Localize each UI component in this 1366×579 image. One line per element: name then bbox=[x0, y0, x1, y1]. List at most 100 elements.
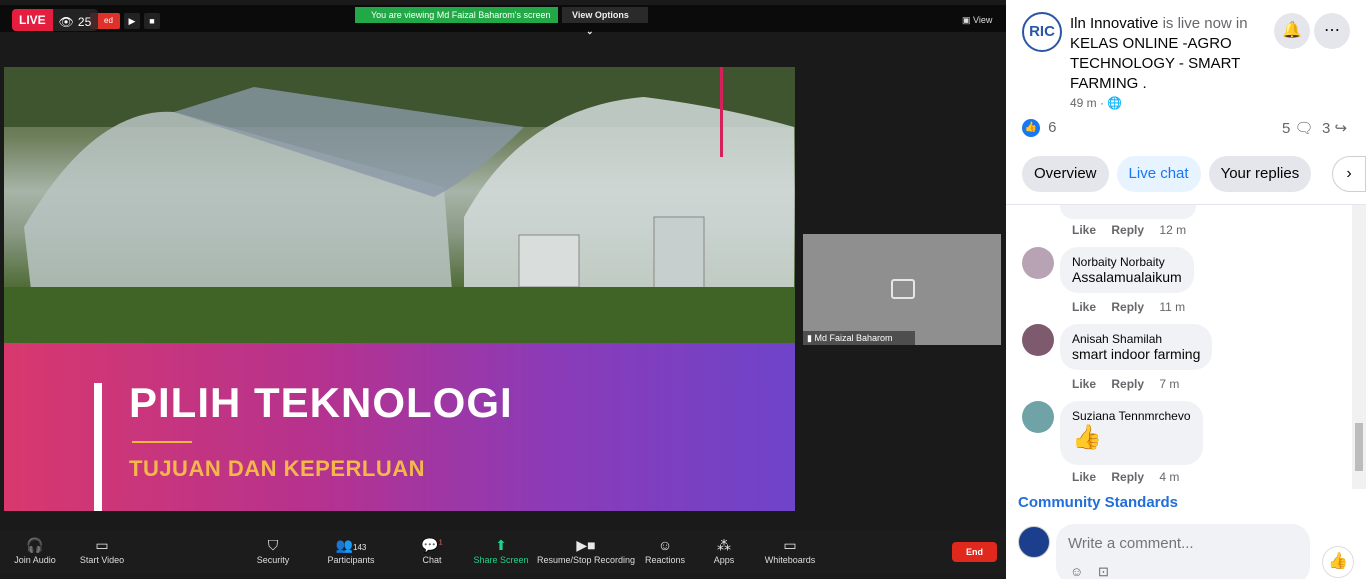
tab-overview[interactable]: Overview bbox=[1022, 156, 1109, 192]
page-avatar[interactable]: RIC bbox=[1022, 12, 1062, 52]
participant-name: ▮ Md Faizal Baharom bbox=[803, 331, 915, 345]
reply-link[interactable]: Reply bbox=[1111, 223, 1144, 237]
comment-time[interactable]: 4 m bbox=[1159, 470, 1179, 484]
globe-icon: 🌐 bbox=[1107, 96, 1123, 110]
reaction-count[interactable]: 6 bbox=[1048, 119, 1056, 136]
participants-button[interactable]: 👥143 Participants bbox=[316, 537, 386, 565]
avatar[interactable] bbox=[1022, 401, 1054, 433]
post-meta: 49 m · 🌐 bbox=[1070, 96, 1122, 110]
participants-count: 143 bbox=[353, 543, 367, 552]
scrollbar-thumb[interactable] bbox=[1355, 423, 1363, 471]
comment-time[interactable]: 11 m bbox=[1159, 300, 1185, 314]
comment-input[interactable] bbox=[1068, 532, 1298, 554]
tab-your-replies[interactable]: Your replies bbox=[1208, 156, 1312, 192]
thumbs-up-outline-icon: 👍 bbox=[1328, 553, 1348, 570]
reply-link[interactable]: Reply bbox=[1111, 300, 1144, 314]
eye-icon: 👁 bbox=[58, 15, 74, 29]
chevron-down-icon: ⌄ bbox=[586, 26, 594, 36]
reply-link[interactable]: Reply bbox=[1111, 377, 1144, 391]
slide-divider bbox=[132, 441, 192, 443]
shared-slide: PILIH TEKNOLOGI TUJUAN DAN KEPERLUAN bbox=[4, 67, 795, 511]
join-audio-label: Join Audio bbox=[14, 555, 56, 565]
comment-scrollbar[interactable] bbox=[1352, 205, 1366, 489]
comment-author[interactable]: Suziana Tennmrchevo bbox=[1072, 409, 1191, 423]
emoji-icon[interactable]: ☺ bbox=[1070, 564, 1083, 579]
whiteboard-icon: ▭ bbox=[783, 537, 797, 553]
view-label: View bbox=[973, 15, 993, 25]
comment-actions: Like Reply 12 m bbox=[1072, 223, 1198, 237]
comment-author[interactable]: Norbaity Norbaity bbox=[1072, 255, 1182, 269]
apps-label: Apps bbox=[713, 555, 735, 565]
avatar[interactable] bbox=[1018, 526, 1050, 558]
end-button[interactable]: End bbox=[952, 542, 997, 562]
whiteboards-button[interactable]: ▭ Whiteboards bbox=[755, 537, 825, 565]
avatar[interactable] bbox=[1022, 247, 1054, 279]
view-options-button[interactable]: View Options ⌄ bbox=[562, 7, 648, 36]
chat-label: Chat bbox=[422, 555, 442, 565]
tab-live-chat[interactable]: Live chat bbox=[1116, 156, 1201, 192]
chevron-right-icon: › bbox=[1346, 165, 1352, 182]
video-off-icon: ▭ bbox=[95, 537, 109, 553]
reply-link[interactable]: Reply bbox=[1111, 470, 1144, 484]
share-stats[interactable]: 3 ↪ bbox=[1322, 119, 1347, 137]
video-pane: LIVE 👁 25 ed ▶ ■ You are viewing Md Faiz… bbox=[0, 0, 1006, 579]
share-screen-button[interactable]: ⬆ Share Screen bbox=[466, 537, 536, 565]
more-icon: ⋯ bbox=[1324, 22, 1340, 39]
comment-time[interactable]: 12 m bbox=[1159, 223, 1186, 237]
notification-button[interactable]: 🔔 bbox=[1274, 13, 1310, 49]
viewing-banner: You are viewing Md Faizal Baharom's scre… bbox=[355, 7, 559, 23]
comment-count: 5 bbox=[1282, 120, 1291, 137]
comment-text: smart indoor farming bbox=[1072, 346, 1201, 362]
comment-list: Like Reply 12 m Norbaity Norbaity Assala… bbox=[1006, 205, 1352, 489]
page-name[interactable]: Iln Innovative bbox=[1070, 15, 1158, 32]
start-video-button[interactable]: ▭ Start Video bbox=[67, 537, 137, 565]
camera-off-icon bbox=[891, 279, 915, 299]
like-button[interactable]: 👍 bbox=[1322, 546, 1354, 578]
slide-title: PILIH TEKNOLOGI bbox=[129, 379, 513, 426]
like-link[interactable]: Like bbox=[1072, 300, 1096, 314]
tabs-next-button[interactable]: › bbox=[1332, 156, 1366, 192]
participant-name-text: Md Faizal Baharom bbox=[814, 333, 893, 343]
live-status-text: Iln Innovative is live now in KELAS ONLI… bbox=[1070, 14, 1266, 94]
shield-icon: ⛉ bbox=[267, 537, 279, 553]
live-header: RIC Iln Innovative is live now in KELAS … bbox=[1006, 0, 1366, 205]
comment-time[interactable]: 7 m bbox=[1159, 377, 1179, 391]
view-options-label: View Options bbox=[572, 10, 629, 20]
like-link[interactable]: Like bbox=[1072, 377, 1096, 391]
participant-thumbnail[interactable] bbox=[803, 234, 1001, 345]
security-button[interactable]: ⛉ Security bbox=[238, 537, 308, 565]
like-link[interactable]: Like bbox=[1072, 223, 1096, 237]
apps-button[interactable]: ⁂ Apps bbox=[689, 537, 759, 565]
play-icon[interactable]: ▶ bbox=[124, 13, 140, 29]
comment-bubble: Norbaity Norbaity Assalamualaikum bbox=[1060, 247, 1194, 293]
share-count: 3 bbox=[1322, 120, 1331, 137]
whiteboards-label: Whiteboards bbox=[764, 555, 816, 565]
facebook-live-panel: RIC Iln Innovative is live now in KELAS … bbox=[1006, 0, 1366, 579]
recording-label: Resume/Stop Recording bbox=[536, 555, 636, 565]
chat-button[interactable]: 💬1 Chat bbox=[397, 537, 467, 565]
screen: LIVE 👁 25 ed ▶ ■ You are viewing Md Faiz… bbox=[0, 0, 1366, 579]
join-audio-button[interactable]: 🎧 Join Audio bbox=[0, 537, 70, 565]
recording-button[interactable]: ▶■ Resume/Stop Recording bbox=[536, 537, 636, 565]
zoom-toolbar: 🎧 Join Audio ▭ Start Video ⛉ Security 👥1… bbox=[0, 531, 1006, 573]
community-standards-link[interactable]: Community Standards bbox=[1018, 494, 1178, 511]
bell-icon: 🔔 bbox=[1282, 22, 1302, 39]
comment-bubble: Anisah Shamilah smart indoor farming bbox=[1060, 324, 1213, 370]
comment-author[interactable]: Anisah Shamilah bbox=[1072, 332, 1200, 346]
stop-icon[interactable]: ■ bbox=[144, 13, 160, 29]
group-name[interactable]: KELAS ONLINE -AGRO TECHNOLOGY - SMART FA… bbox=[1070, 35, 1240, 92]
slide-accent-bar bbox=[94, 383, 102, 511]
apps-icon: ⁂ bbox=[717, 537, 731, 553]
view-button[interactable]: ▣ View bbox=[962, 15, 992, 26]
comment-actions: Like Reply 4 m bbox=[1072, 470, 1191, 484]
like-link[interactable]: Like bbox=[1072, 470, 1096, 484]
time-ago[interactable]: 49 m · bbox=[1070, 96, 1104, 110]
chat-badge: 1 bbox=[438, 539, 443, 547]
gif-icon[interactable]: ⊡ bbox=[1098, 564, 1109, 579]
like-reaction-icon[interactable]: 👍 bbox=[1022, 119, 1040, 138]
comment-composer: ☺ ⊡ bbox=[1056, 524, 1310, 579]
avatar[interactable] bbox=[1022, 324, 1054, 356]
comment-stats[interactable]: 5 🗨 bbox=[1282, 119, 1314, 137]
start-video-label: Start Video bbox=[79, 555, 125, 565]
more-options-button[interactable]: ⋯ bbox=[1314, 13, 1350, 49]
